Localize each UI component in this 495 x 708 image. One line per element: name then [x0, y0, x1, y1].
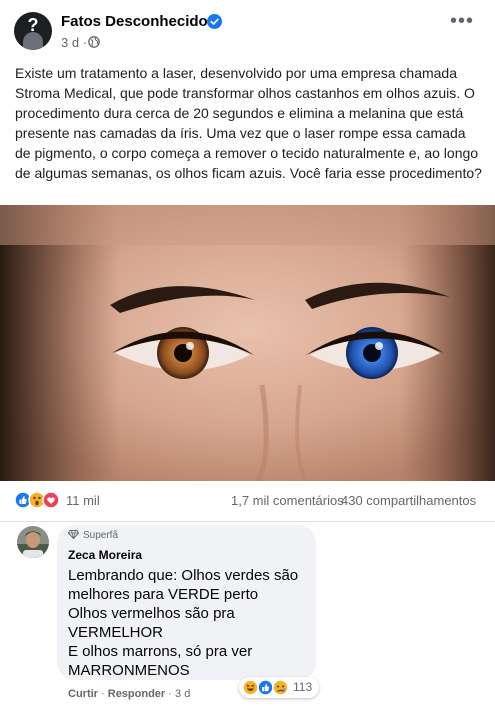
page-name-link[interactable]: Fatos Desconhecidos — [61, 13, 216, 30]
diamond-icon — [68, 530, 79, 539]
comments-count[interactable]: 1,7 mil comentários — [231, 493, 344, 508]
comment-reactions[interactable]: 113 — [239, 677, 319, 698]
post-text: Existe um tratamento a laser, desenvolvi… — [15, 65, 482, 181]
comment-bubble: Superfã Zeca Moreira Lembrando que: Olho… — [57, 525, 316, 680]
comment-line: E olhos marrons, só pra ver — [68, 643, 253, 660]
comment-author-avatar[interactable] — [17, 526, 49, 558]
post-stats: 11 mil 1,7 mil comentários 430 compartil… — [0, 487, 495, 515]
comment-reaction-icons — [242, 679, 289, 696]
comment-line: Olhos vermelhos são pra — [68, 605, 235, 622]
action-separator: · — [168, 688, 172, 700]
page-avatar[interactable]: ? — [14, 12, 52, 50]
comment-line: VERMELHOR — [68, 624, 164, 641]
verified-badge-icon — [207, 14, 222, 29]
reaction-icons[interactable] — [14, 491, 62, 509]
globe-icon — [88, 36, 100, 48]
more-options-icon[interactable]: ••• — [450, 10, 474, 33]
eyes-photo-image — [0, 205, 495, 481]
shares-count[interactable]: 430 compartilhamentos — [341, 493, 476, 508]
meta-separator: · — [82, 35, 88, 50]
avatar-question-mark: ? — [27, 15, 39, 35]
post-meta: 3 d · — [61, 35, 87, 50]
post-header: ? Fatos Desconhecidos 3 d · ••• — [0, 0, 495, 60]
reactions-count[interactable]: 11 mil — [66, 493, 100, 508]
haha-icon — [242, 679, 259, 696]
post-time-link[interactable]: 3 d — [61, 35, 79, 50]
comment-actions: Curtir · Responder · 3 d — [68, 688, 190, 700]
action-separator: · — [101, 688, 105, 700]
love-icon — [42, 491, 60, 509]
like-comment-button[interactable]: Curtir — [68, 688, 98, 700]
comment-time[interactable]: 3 d — [175, 688, 190, 700]
reply-button[interactable]: Responder — [108, 688, 165, 700]
comment-text: Lembrando que: Olhos verdes são melhores… — [68, 566, 298, 680]
comment-author-name[interactable]: Zeca Moreira — [68, 548, 142, 562]
comment-line: Lembrando que: Olhos verdes são — [68, 567, 299, 584]
sad-icon — [272, 679, 289, 696]
avatar-image — [17, 526, 49, 558]
top-fan-badge: Superfã — [68, 530, 118, 541]
like-icon — [257, 679, 274, 696]
comment-line: melhores para VERDE perto — [68, 586, 259, 603]
post-photo[interactable] — [0, 205, 495, 481]
comment-reactions-count: 113 — [293, 680, 313, 694]
divider — [0, 521, 495, 522]
badge-label: Superfã — [83, 530, 119, 541]
